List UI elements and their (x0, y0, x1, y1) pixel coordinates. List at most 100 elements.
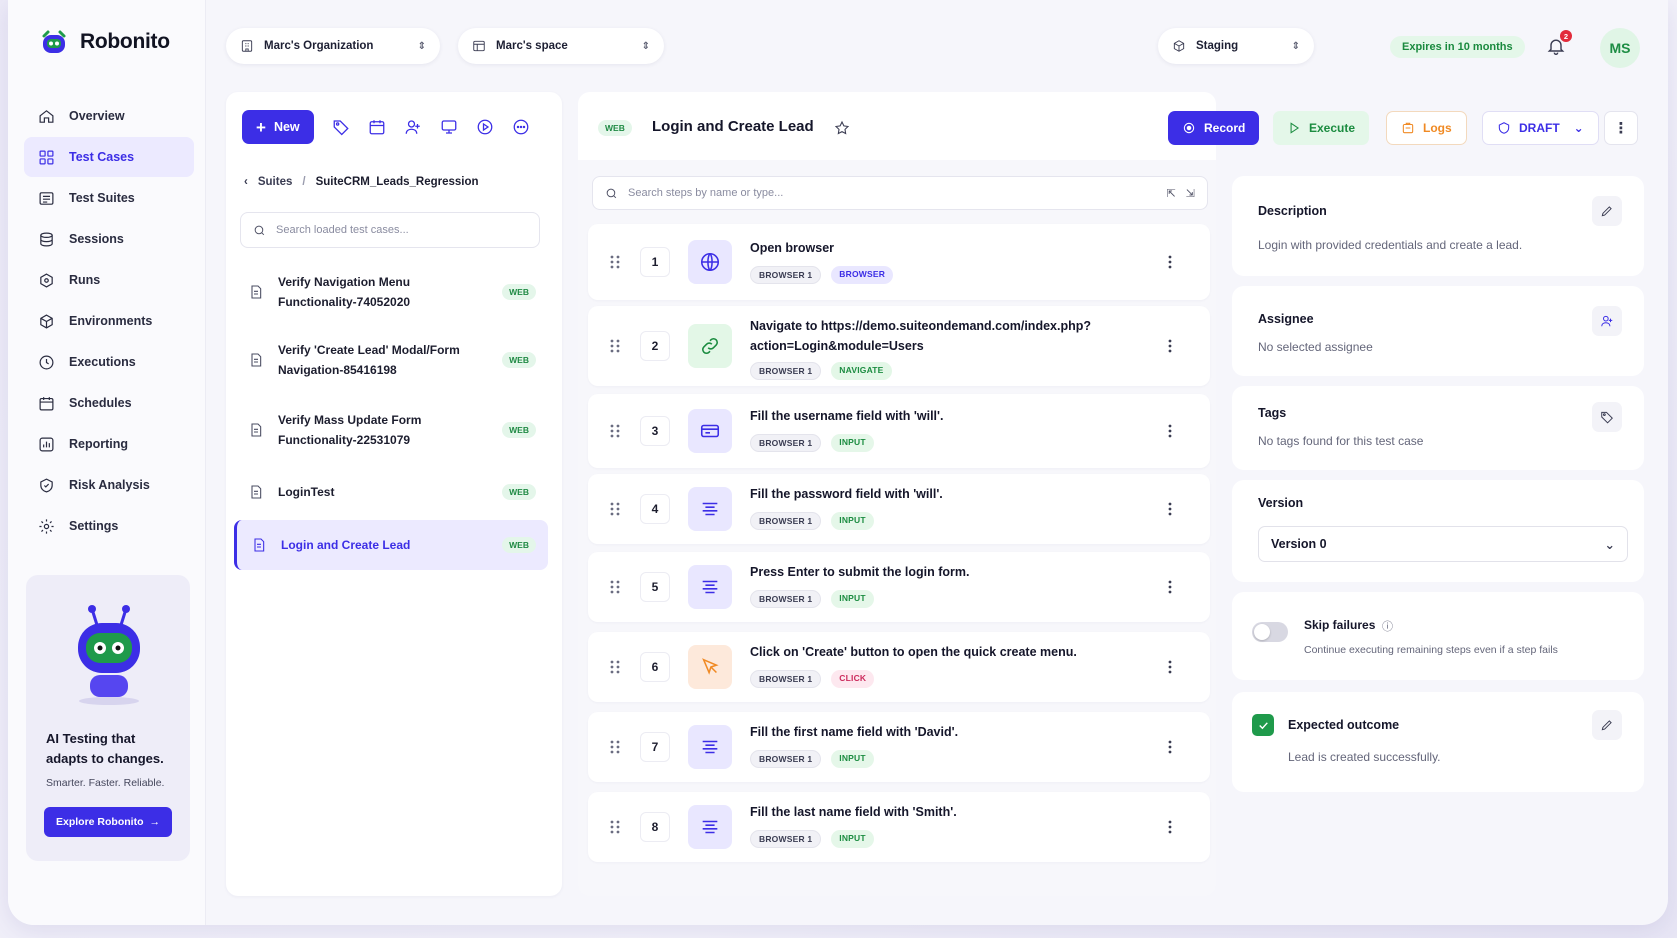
notification-count-badge: 2 (1560, 30, 1572, 42)
test-step[interactable]: 6 Click on 'Create' button to open the q… (588, 632, 1210, 702)
nav-item-runs[interactable]: Runs (24, 260, 194, 300)
record-button[interactable]: Record (1168, 111, 1260, 145)
step-menu-icon[interactable] (1168, 580, 1172, 594)
nav-item-overview[interactable]: Overview (24, 96, 194, 136)
new-button[interactable]: + New (242, 110, 314, 144)
drag-handle-icon[interactable] (610, 502, 620, 516)
nav-item-test-suites[interactable]: Test Suites (24, 178, 194, 218)
logs-button[interactable]: Logs (1386, 111, 1467, 145)
building-icon (241, 40, 253, 52)
step-menu-icon[interactable] (1168, 740, 1172, 754)
step-menu-icon[interactable] (1168, 424, 1172, 438)
chevron-down-icon: ⌄ (1604, 537, 1615, 552)
drag-handle-icon[interactable] (610, 255, 620, 269)
version-select[interactable]: Version 0 ⌄ (1258, 526, 1628, 562)
more-circle-icon[interactable] (512, 118, 530, 136)
action-tag: INPUT (831, 750, 874, 768)
expand-icon[interactable]: ⇱ (1167, 187, 1176, 200)
nav-item-sessions[interactable]: Sessions (24, 219, 194, 259)
drag-handle-icon[interactable] (610, 740, 620, 754)
organization-selector[interactable]: Marc's Organization ⇕ (226, 28, 440, 64)
status-dropdown[interactable]: DRAFT ⌄ (1482, 111, 1599, 145)
breadcrumb-root[interactable]: Suites (258, 176, 293, 188)
test-step[interactable]: 7 Fill the first name field with 'David'… (588, 712, 1210, 782)
skip-failures-toggle[interactable] (1252, 622, 1288, 642)
collapse-icon[interactable]: ⇲ (1186, 187, 1195, 200)
calendar-icon[interactable] (368, 118, 386, 136)
edit-outcome-button[interactable] (1592, 710, 1622, 740)
test-step[interactable]: 3 Fill the username field with 'will'. B… (588, 394, 1210, 468)
tag-icon[interactable] (332, 118, 350, 136)
document-icon (251, 423, 262, 437)
expected-outcome-checkbox[interactable] (1252, 714, 1274, 736)
space-name: Marc's space (496, 40, 568, 52)
step-search[interactable]: Search steps by name or type... ⇱ ⇲ (592, 176, 1208, 210)
step-number: 6 (640, 652, 670, 682)
test-step[interactable]: 2 Navigate to https://demo.suiteondemand… (588, 306, 1210, 386)
drag-handle-icon[interactable] (610, 820, 620, 834)
nav-item-risk-analysis[interactable]: Risk Analysis (24, 465, 194, 505)
nav-item-executions[interactable]: Executions (24, 342, 194, 382)
nav-item-test-cases[interactable]: Test Cases (24, 137, 194, 177)
test-case-item-active[interactable]: Login and Create Lead WEB (234, 520, 548, 570)
skip-failures-card: Skip failures ⓘ Continue executing remai… (1232, 592, 1644, 680)
environment-selector[interactable]: Staging ⇕ (1158, 28, 1314, 64)
assign-user-button[interactable] (1592, 306, 1622, 336)
step-menu-icon[interactable] (1168, 660, 1172, 674)
box-icon (40, 272, 53, 288)
add-tag-button[interactable] (1592, 402, 1622, 432)
step-menu-icon[interactable] (1168, 502, 1172, 516)
chevron-updown-icon: ⇕ (417, 40, 426, 52)
chevron-left-icon[interactable]: ‹ (244, 176, 248, 188)
star-icon[interactable] (834, 120, 850, 136)
action-tag: INPUT (831, 434, 874, 452)
test-step[interactable]: 5 Press Enter to submit the login form. … (588, 552, 1210, 622)
test-step[interactable]: 1 Open browser BROWSER 1 BROWSER (588, 224, 1210, 300)
space-selector[interactable]: Marc's space ⇕ (458, 28, 664, 64)
step-menu-icon[interactable] (1168, 255, 1172, 269)
step-menu-icon[interactable] (1168, 339, 1172, 353)
drag-handle-icon[interactable] (610, 660, 620, 674)
test-step[interactable]: 8 Fill the last name field with 'Smith'.… (588, 792, 1210, 862)
test-case-item[interactable]: Verify 'Create Lead' Modal/Form Navigati… (234, 332, 548, 388)
test-case-item[interactable]: Verify Navigation Menu Functionality-740… (234, 264, 548, 320)
suites-icon (39, 191, 54, 205)
web-badge: WEB (598, 120, 632, 136)
edit-description-button[interactable] (1592, 196, 1622, 226)
drag-handle-icon[interactable] (610, 424, 620, 438)
drag-handle-icon[interactable] (610, 580, 620, 594)
test-case-item[interactable]: LoginTest WEB (234, 472, 548, 512)
status-label: DRAFT (1519, 121, 1560, 135)
step-type-icon (688, 645, 732, 689)
test-case-header: WEB Login and Create Lead Record Execute… (578, 92, 1638, 160)
arrow-right-icon: → (149, 816, 161, 828)
user-avatar[interactable]: MS (1600, 28, 1640, 68)
info-icon[interactable]: ⓘ (1382, 618, 1393, 634)
drag-handle-icon[interactable] (610, 339, 620, 353)
nav-item-reporting[interactable]: Reporting (24, 424, 194, 464)
test-case-search[interactable]: Search loaded test cases... (240, 212, 540, 248)
user-add-icon[interactable] (404, 118, 422, 136)
test-step[interactable]: 4 Fill the password field with 'will'. B… (588, 474, 1210, 544)
test-case-name: Verify 'Create Lead' Modal/Form Navigati… (278, 343, 460, 377)
explore-button-label: Explore Robonito (56, 816, 144, 828)
monitor-icon[interactable] (440, 118, 458, 136)
step-number: 4 (640, 494, 670, 524)
step-text: Fill the username field with 'will'. (750, 409, 944, 423)
brand[interactable]: Robonito (38, 26, 170, 58)
step-menu-icon[interactable] (1168, 820, 1172, 834)
nav-item-environments[interactable]: Environments (24, 301, 194, 341)
expected-outcome-text: Lead is created successfully. (1288, 750, 1441, 764)
explore-robonito-button[interactable]: Explore Robonito → (44, 807, 172, 837)
nav-item-settings[interactable]: Settings (24, 506, 194, 546)
nav-item-label: Reporting (69, 437, 129, 451)
skip-failures-title: Skip failures (1304, 618, 1376, 632)
web-badge: WEB (502, 484, 536, 500)
play-circle-icon[interactable] (476, 118, 494, 136)
execute-button[interactable]: Execute (1273, 111, 1370, 145)
expected-outcome-card: Expected outcome Lead is created success… (1232, 692, 1644, 792)
more-options-button[interactable]: ⋮ (1604, 111, 1638, 145)
gear-icon (39, 518, 54, 534)
test-case-item[interactable]: Verify Mass Update Form Functionality-22… (234, 402, 548, 458)
nav-item-schedules[interactable]: Schedules (24, 383, 194, 423)
